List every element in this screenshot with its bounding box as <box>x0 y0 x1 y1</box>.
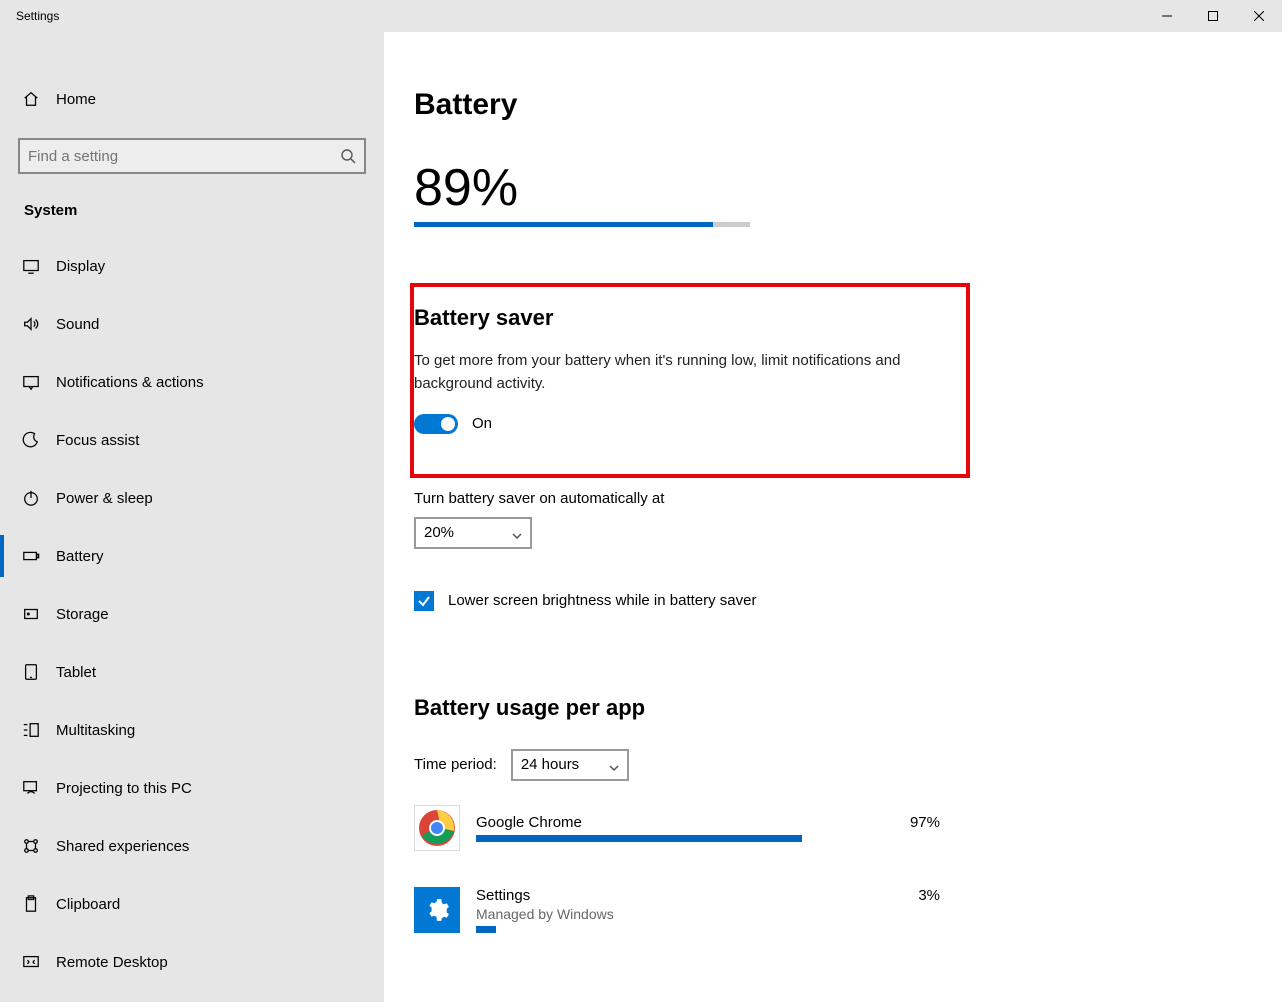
battery-saver-highlight: Battery saver To get more from your batt… <box>410 283 970 478</box>
sidebar-item-label: Display <box>56 258 105 275</box>
shared-icon <box>22 837 56 855</box>
chrome-icon <box>414 805 460 851</box>
battery-saver-desc: To get more from your battery when it's … <box>414 349 950 396</box>
sidebar-item-storage[interactable]: Storage <box>0 585 384 643</box>
notifications-icon <box>22 373 56 391</box>
battery-saver-toggle[interactable] <box>414 414 458 434</box>
app-sub: Managed by Windows <box>476 906 1252 922</box>
battery-progress <box>414 222 750 227</box>
sidebar-item-multitasking[interactable]: Multitasking <box>0 701 384 759</box>
time-period-value: 24 hours <box>521 756 579 773</box>
minimize-button[interactable] <box>1144 0 1190 32</box>
search-icon <box>340 148 356 164</box>
projecting-icon <box>22 779 56 797</box>
window-title: Settings <box>0 9 59 23</box>
window-controls <box>1144 0 1282 32</box>
brightness-checkbox[interactable] <box>414 591 434 611</box>
sidebar-nav: Display Sound Notifications & actions Fo… <box>0 237 384 991</box>
sidebar-item-projecting[interactable]: Projecting to this PC <box>0 759 384 817</box>
page-title: Battery <box>414 88 1252 122</box>
sidebar-item-label: Multitasking <box>56 722 135 739</box>
sidebar-item-label: Clipboard <box>56 896 120 913</box>
settings-app-icon <box>414 887 460 933</box>
display-icon <box>22 257 56 275</box>
sidebar-category: System <box>0 174 384 237</box>
tablet-icon <box>22 663 56 681</box>
sidebar-item-focus-assist[interactable]: Focus assist <box>0 411 384 469</box>
close-button[interactable] <box>1236 0 1282 32</box>
maximize-button[interactable] <box>1190 0 1236 32</box>
sidebar-item-label: Battery <box>56 548 104 565</box>
battery-saver-toggle-label: On <box>472 415 492 432</box>
chevron-down-icon <box>512 528 522 538</box>
brightness-checkbox-label: Lower screen brightness while in battery… <box>448 592 756 609</box>
battery-icon <box>22 547 56 565</box>
sidebar-item-label: Shared experiences <box>56 838 189 855</box>
app-pct: 3% <box>918 887 940 904</box>
sound-icon <box>22 315 56 333</box>
auto-on-label: Turn battery saver on automatically at <box>414 490 1252 507</box>
battery-percent: 89% <box>414 158 1252 218</box>
auto-threshold-dropdown[interactable]: 20% <box>414 517 532 549</box>
sidebar-item-label: Power & sleep <box>56 490 153 507</box>
sidebar-item-label: Sound <box>56 316 99 333</box>
search-input[interactable] <box>28 148 340 165</box>
sidebar-home-label: Home <box>56 91 96 108</box>
clipboard-icon <box>22 895 56 913</box>
sidebar-item-label: Projecting to this PC <box>56 780 192 797</box>
sidebar-item-notifications[interactable]: Notifications & actions <box>0 353 384 411</box>
home-icon <box>22 90 56 108</box>
auto-threshold-value: 20% <box>424 524 454 541</box>
sidebar-item-label: Notifications & actions <box>56 374 204 391</box>
sidebar-item-sound[interactable]: Sound <box>0 295 384 353</box>
chevron-down-icon <box>609 760 619 770</box>
focus-assist-icon <box>22 431 56 449</box>
content-area: Battery 89% Battery saver To get more fr… <box>384 32 1282 1002</box>
storage-icon <box>22 605 56 623</box>
time-period-label: Time period: <box>414 756 497 773</box>
sidebar-item-tablet[interactable]: Tablet <box>0 643 384 701</box>
power-icon <box>22 489 56 507</box>
sidebar-home[interactable]: Home <box>0 70 384 128</box>
sidebar-item-label: Storage <box>56 606 109 623</box>
app-row[interactable]: Google Chrome 97% <box>414 805 1252 851</box>
app-usage-bar <box>476 835 802 842</box>
title-bar: Settings <box>0 0 1282 32</box>
sidebar-item-clipboard[interactable]: Clipboard <box>0 875 384 933</box>
time-period-dropdown[interactable]: 24 hours <box>511 749 629 781</box>
app-usage-bar <box>476 926 496 933</box>
sidebar-item-label: Remote Desktop <box>56 954 168 971</box>
search-input-container[interactable] <box>18 138 366 174</box>
battery-saver-title: Battery saver <box>414 305 950 331</box>
multitasking-icon <box>22 721 56 739</box>
app-row[interactable]: Settings 3% Managed by Windows <box>414 887 1252 933</box>
app-pct: 97% <box>910 814 940 831</box>
sidebar-item-battery[interactable]: Battery <box>0 527 384 585</box>
sidebar-item-remote-desktop[interactable]: Remote Desktop <box>0 933 384 991</box>
app-name: Settings <box>476 887 530 904</box>
app-name: Google Chrome <box>476 814 582 831</box>
usage-title: Battery usage per app <box>414 695 1252 721</box>
sidebar-item-shared-experiences[interactable]: Shared experiences <box>0 817 384 875</box>
sidebar-item-label: Focus assist <box>56 432 139 449</box>
sidebar-item-label: Tablet <box>56 664 96 681</box>
sidebar: Home System Display Sound Notifications … <box>0 32 384 1002</box>
sidebar-item-display[interactable]: Display <box>0 237 384 295</box>
sidebar-item-power-sleep[interactable]: Power & sleep <box>0 469 384 527</box>
remote-desktop-icon <box>22 953 56 971</box>
battery-progress-fill <box>414 222 713 227</box>
